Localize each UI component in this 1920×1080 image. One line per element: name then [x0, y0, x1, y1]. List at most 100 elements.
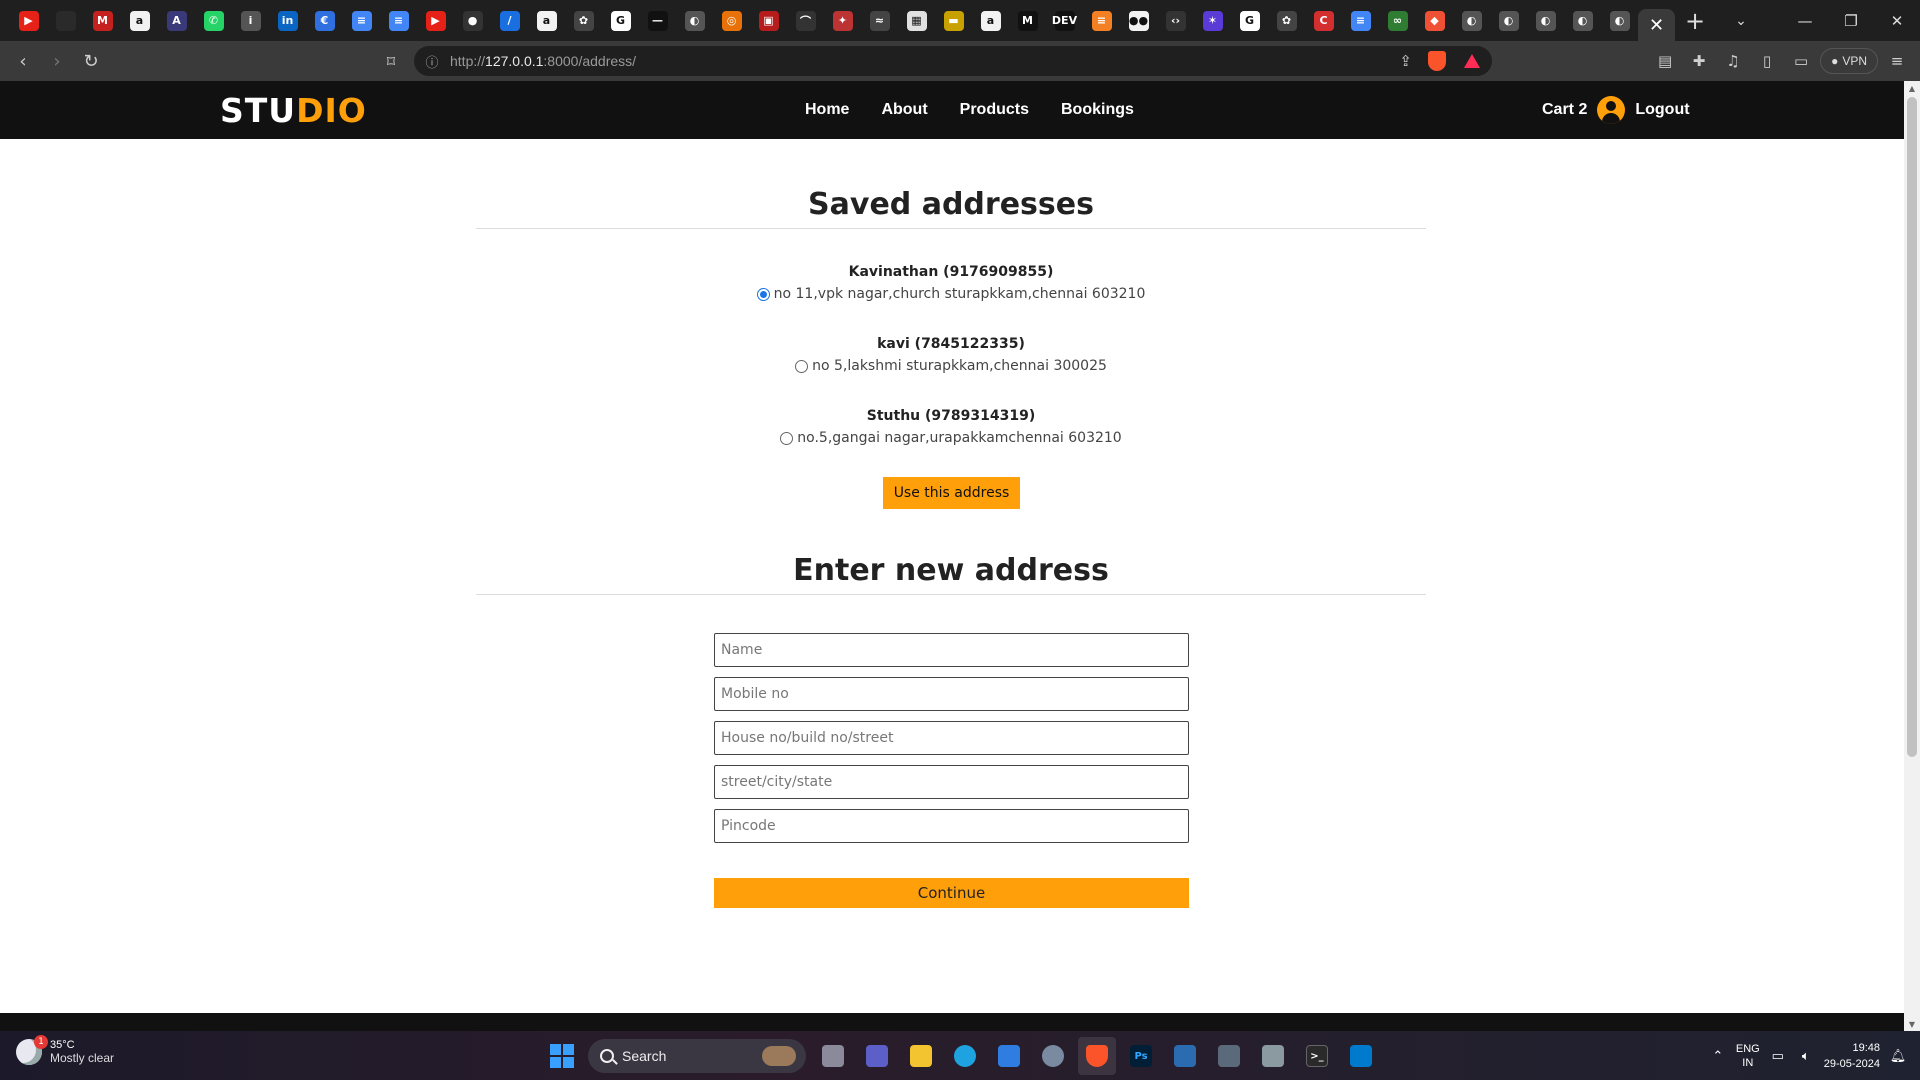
- tab[interactable]: ●: [454, 0, 491, 41]
- studio-logo[interactable]: STUDIO: [220, 91, 367, 130]
- clock[interactable]: 19:48 29-05-2024: [1824, 1040, 1880, 1072]
- microsoft-store-icon[interactable]: [990, 1037, 1028, 1075]
- brave-rewards-icon[interactable]: [1464, 54, 1480, 68]
- tab[interactable]: ✶: [1194, 0, 1231, 41]
- tab[interactable]: ≡: [380, 0, 417, 41]
- address-radio[interactable]: [795, 359, 809, 373]
- cart-link[interactable]: Cart 2: [1542, 101, 1587, 119]
- address-bar[interactable]: ⓘ http://127.0.0.1:8000/address/ ⇪: [414, 46, 1492, 76]
- brave-browser-icon[interactable]: [1078, 1037, 1116, 1075]
- street-city-state-field[interactable]: [714, 765, 1189, 799]
- tab[interactable]: ‹›: [1157, 0, 1194, 41]
- tab[interactable]: ∞: [1379, 0, 1416, 41]
- name-field[interactable]: [714, 633, 1189, 667]
- extension-badge-icon[interactable]: ▤: [1650, 46, 1680, 76]
- tab[interactable]: C: [1305, 0, 1342, 41]
- close-window-icon[interactable]: ✕: [1874, 0, 1920, 41]
- restore-icon[interactable]: ❐: [1828, 0, 1874, 41]
- tab[interactable]: ✦: [824, 0, 861, 41]
- teams-chat-icon[interactable]: [858, 1037, 896, 1075]
- tab[interactable]: ▶: [10, 0, 47, 41]
- vpn-button[interactable]: ● VPN: [1820, 48, 1878, 74]
- vscode-icon[interactable]: [1342, 1037, 1380, 1075]
- scroll-thumb[interactable]: [1907, 97, 1917, 757]
- taskbar-search[interactable]: Search: [588, 1039, 806, 1073]
- use-this-address-button[interactable]: Use this address: [883, 477, 1020, 509]
- language-indicator[interactable]: ENG IN: [1736, 1042, 1760, 1070]
- remote-desktop-icon[interactable]: [1166, 1037, 1204, 1075]
- nav-products-link[interactable]: Products: [960, 101, 1029, 119]
- tab[interactable]: ▣: [750, 0, 787, 41]
- wallet-icon[interactable]: ▭: [1786, 46, 1816, 76]
- page-scrollbar[interactable]: ▲ ▼: [1904, 81, 1920, 1031]
- notification-bell-icon[interactable]: 🔔︎: [1888, 1048, 1908, 1064]
- tab[interactable]: ▶: [417, 0, 454, 41]
- edge-icon[interactable]: [946, 1037, 984, 1075]
- tab[interactable]: ⌒: [787, 0, 824, 41]
- calculator-icon[interactable]: [1210, 1037, 1248, 1075]
- tab[interactable]: €: [306, 0, 343, 41]
- tab[interactable]: ≡: [343, 0, 380, 41]
- file-explorer-icon[interactable]: [902, 1037, 940, 1075]
- tab[interactable]: G: [1231, 0, 1268, 41]
- sidebar-icon[interactable]: ▯: [1752, 46, 1782, 76]
- nav-home-link[interactable]: Home: [805, 101, 849, 119]
- tab[interactable]: ▦: [898, 0, 935, 41]
- share-icon[interactable]: ⇪: [1399, 52, 1412, 70]
- tab[interactable]: ≡: [1342, 0, 1379, 41]
- url-text[interactable]: http://127.0.0.1:8000/address/: [450, 53, 636, 69]
- house-field[interactable]: [714, 721, 1189, 755]
- user-avatar-icon[interactable]: [1597, 96, 1626, 124]
- tab[interactable]: M: [1009, 0, 1046, 41]
- continue-button[interactable]: Continue: [714, 878, 1189, 908]
- new-tab-plus-icon[interactable]: +: [1675, 7, 1715, 35]
- forward-arrow-icon[interactable]: ›: [40, 44, 74, 78]
- scroll-up-arrow-icon[interactable]: ▲: [1904, 81, 1920, 95]
- tab[interactable]: ◐: [1490, 0, 1527, 41]
- network-icon[interactable]: ▭: [1768, 1048, 1788, 1064]
- tab[interactable]: ◐: [1527, 0, 1564, 41]
- tab[interactable]: /: [491, 0, 528, 41]
- tab[interactable]: G: [602, 0, 639, 41]
- tab[interactable]: ≈: [861, 0, 898, 41]
- tab[interactable]: a: [121, 0, 158, 41]
- tray-chevron-up-icon[interactable]: ⌃: [1708, 1048, 1728, 1064]
- tab[interactable]: ◆: [1416, 0, 1453, 41]
- extensions-puzzle-icon[interactable]: ✚: [1684, 46, 1714, 76]
- tab[interactable]: ◎: [713, 0, 750, 41]
- address-radio-selected[interactable]: [756, 287, 770, 301]
- tab[interactable]: ◐: [1564, 0, 1601, 41]
- reload-icon[interactable]: ↻: [74, 44, 108, 78]
- volume-icon[interactable]: 🔈︎: [1796, 1048, 1816, 1064]
- tab[interactable]: a: [972, 0, 1009, 41]
- brave-shields-icon[interactable]: [1428, 51, 1446, 71]
- bookmark-icon[interactable]: ⌑: [378, 45, 404, 77]
- pincode-field[interactable]: [714, 809, 1189, 843]
- photoshop-icon[interactable]: Ps: [1122, 1037, 1160, 1075]
- tab[interactable]: ≡: [1083, 0, 1120, 41]
- tab[interactable]: i: [232, 0, 269, 41]
- tab[interactable]: [47, 0, 84, 41]
- tab[interactable]: a: [528, 0, 565, 41]
- mobile-field[interactable]: [714, 677, 1189, 711]
- tab[interactable]: ◐: [1453, 0, 1490, 41]
- site-info-icon[interactable]: ⓘ: [414, 52, 450, 71]
- tab[interactable]: ✆: [195, 0, 232, 41]
- tab[interactable]: ▬: [935, 0, 972, 41]
- tab[interactable]: ●●: [1120, 0, 1157, 41]
- tab[interactable]: ◐: [676, 0, 713, 41]
- task-view-icon[interactable]: [814, 1037, 852, 1075]
- logout-link[interactable]: Logout: [1635, 101, 1689, 119]
- nav-about-link[interactable]: About: [881, 101, 927, 119]
- tab[interactable]: ✿: [565, 0, 602, 41]
- nav-bookings-link[interactable]: Bookings: [1061, 101, 1134, 119]
- menu-hamburger-icon[interactable]: ≡: [1882, 46, 1912, 76]
- tab[interactable]: in: [269, 0, 306, 41]
- windows-start-icon[interactable]: [550, 1044, 574, 1068]
- back-arrow-icon[interactable]: ‹: [6, 44, 40, 78]
- minimize-icon[interactable]: —: [1782, 0, 1828, 41]
- tab[interactable]: —: [639, 0, 676, 41]
- snipping-tool-icon[interactable]: [1254, 1037, 1292, 1075]
- tab[interactable]: DEV: [1046, 0, 1083, 41]
- tab[interactable]: M: [84, 0, 121, 41]
